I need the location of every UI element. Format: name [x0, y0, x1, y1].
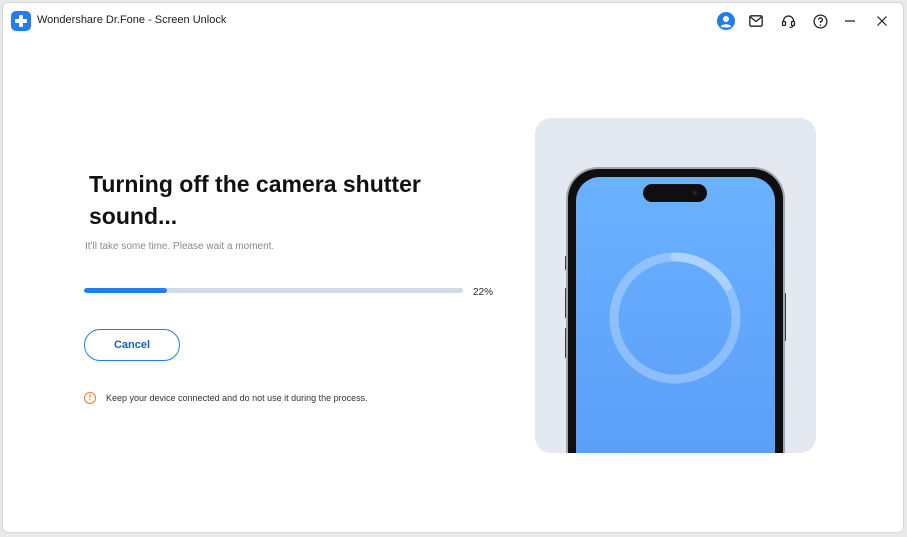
app-window: Wondershare Dr.Fone - Screen Unlock Turn…: [2, 2, 904, 533]
mail-icon[interactable]: [747, 12, 765, 30]
warning-icon: !: [84, 392, 96, 404]
close-icon[interactable]: [873, 12, 891, 30]
phone-graphic: [565, 167, 786, 453]
window-title: Wondershare Dr.Fone - Screen Unlock: [37, 14, 227, 26]
wait-message: It'll take some time. Please wait a mome…: [85, 241, 275, 252]
warning-text: Keep your device connected and do not us…: [106, 393, 368, 403]
help-icon[interactable]: [811, 12, 829, 30]
warning-notice: ! Keep your device connected and do not …: [84, 392, 368, 404]
phone-illustration: [535, 118, 816, 453]
cancel-button[interactable]: Cancel: [84, 329, 180, 361]
progress-bar-fill: [84, 288, 168, 293]
minimize-icon[interactable]: [841, 12, 859, 30]
headset-icon[interactable]: [779, 12, 797, 30]
page-title: Turning off the camera shutter sound...: [89, 171, 421, 229]
account-icon[interactable]: [717, 12, 735, 30]
progress-bar: [84, 288, 463, 293]
progress-percentage: 22%: [473, 287, 494, 298]
title-bar: Wondershare Dr.Fone - Screen Unlock: [3, 3, 903, 37]
app-logo-icon: [11, 11, 31, 31]
